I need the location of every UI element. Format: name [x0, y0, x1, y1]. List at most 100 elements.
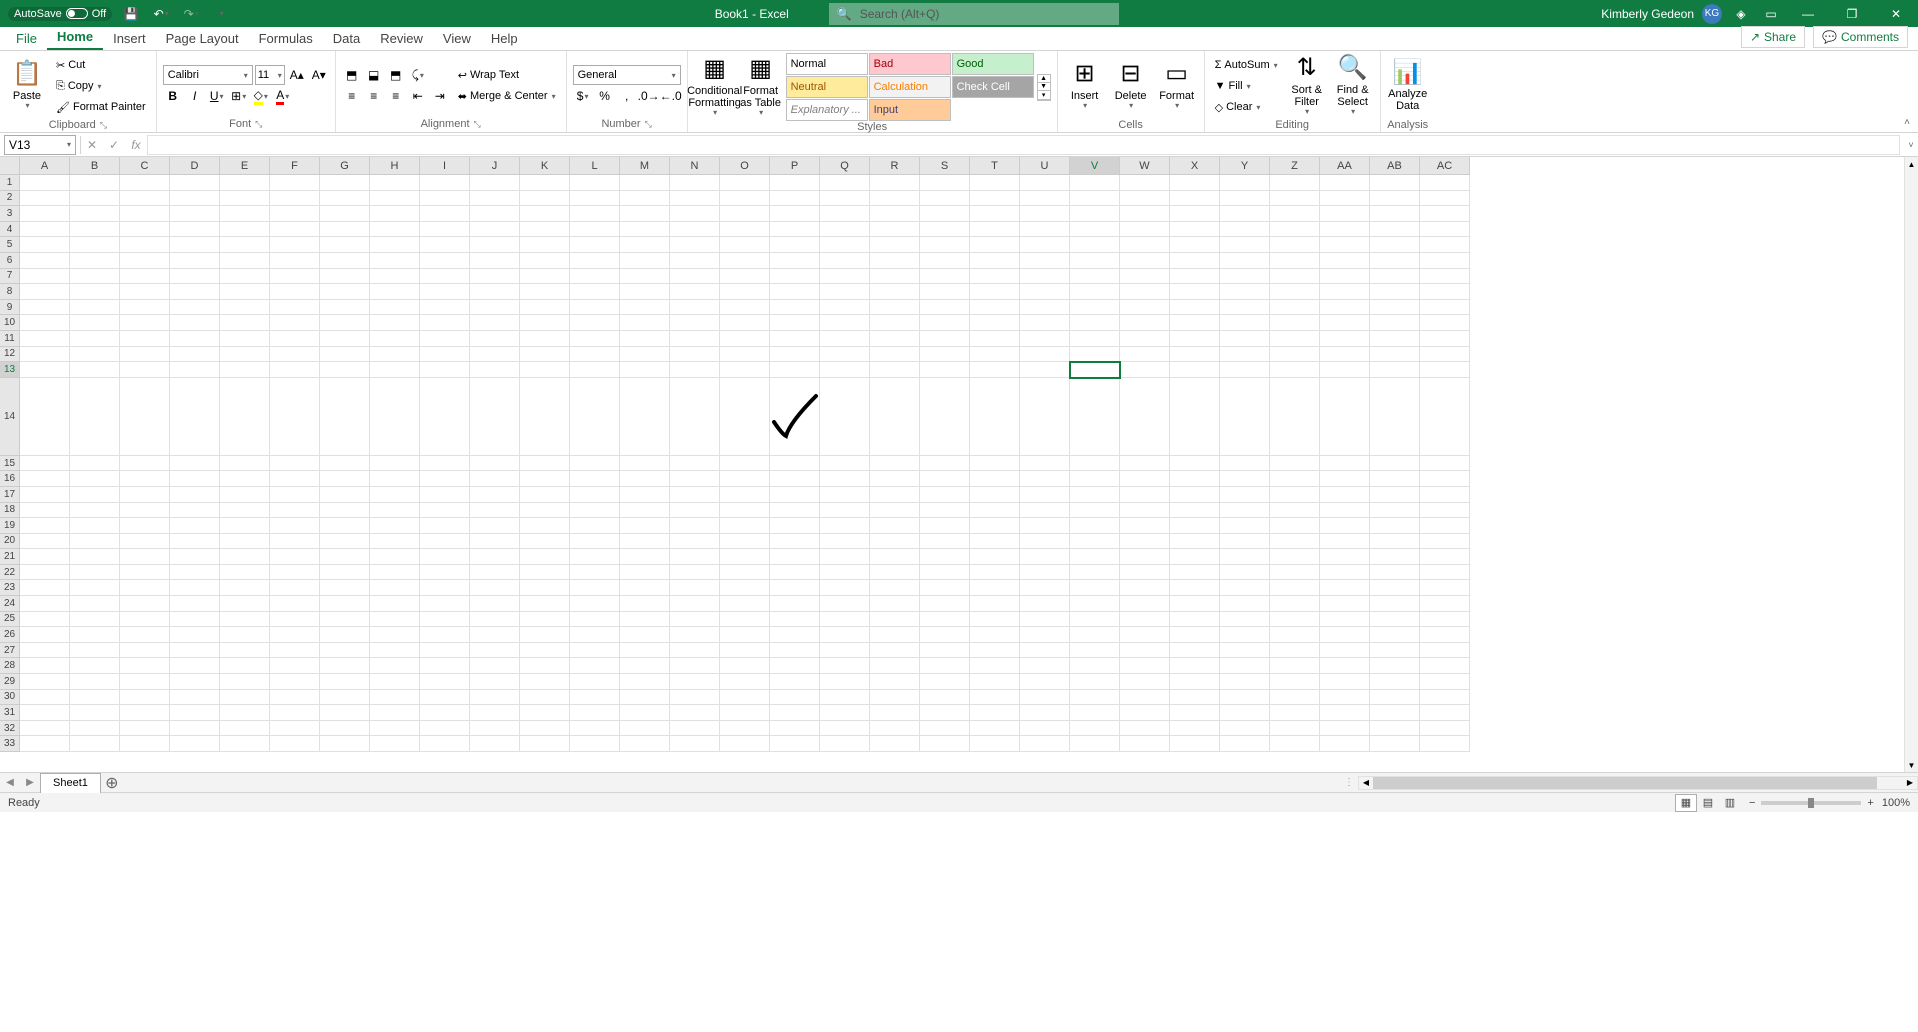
cell[interactable]	[370, 627, 420, 643]
cell[interactable]	[1320, 175, 1370, 191]
cell[interactable]	[370, 315, 420, 331]
cell[interactable]	[1120, 222, 1170, 238]
cell[interactable]	[920, 549, 970, 565]
cell[interactable]	[220, 487, 270, 503]
cell[interactable]	[1070, 175, 1120, 191]
cell[interactable]	[1020, 565, 1070, 581]
cell[interactable]	[1020, 503, 1070, 519]
cell[interactable]	[1370, 175, 1420, 191]
cell[interactable]	[370, 284, 420, 300]
cell[interactable]	[70, 518, 120, 534]
cell[interactable]	[720, 565, 770, 581]
cell[interactable]	[1320, 315, 1370, 331]
row-header[interactable]: 2	[0, 191, 20, 207]
cell[interactable]	[420, 191, 470, 207]
cell[interactable]	[1420, 565, 1470, 581]
formula-input[interactable]	[147, 135, 1900, 155]
row-header[interactable]: 29	[0, 674, 20, 690]
cell[interactable]	[1120, 674, 1170, 690]
cell[interactable]	[520, 549, 570, 565]
cell[interactable]	[920, 362, 970, 378]
cell[interactable]	[1070, 300, 1120, 316]
column-header[interactable]: F	[270, 157, 320, 175]
cell[interactable]	[320, 612, 370, 628]
cell[interactable]	[320, 378, 370, 456]
cell[interactable]	[270, 487, 320, 503]
cell[interactable]	[1320, 690, 1370, 706]
cell[interactable]	[20, 347, 70, 363]
cell[interactable]	[1270, 378, 1320, 456]
cell[interactable]	[870, 347, 920, 363]
cell[interactable]	[420, 627, 470, 643]
cell[interactable]	[870, 565, 920, 581]
cell[interactable]	[820, 300, 870, 316]
ribbon-tab-page-layout[interactable]: Page Layout	[156, 27, 249, 50]
cell[interactable]	[170, 362, 220, 378]
cell[interactable]	[820, 580, 870, 596]
cell[interactable]	[1020, 456, 1070, 472]
cell[interactable]	[1220, 690, 1270, 706]
cell[interactable]	[70, 471, 120, 487]
cell[interactable]	[570, 612, 620, 628]
cell[interactable]	[1370, 643, 1420, 659]
cell[interactable]	[120, 222, 170, 238]
cell[interactable]	[20, 596, 70, 612]
cell[interactable]	[470, 253, 520, 269]
cell[interactable]	[520, 487, 570, 503]
cell[interactable]	[220, 222, 270, 238]
column-header[interactable]: X	[1170, 157, 1220, 175]
cell[interactable]	[170, 471, 220, 487]
cell[interactable]	[470, 503, 520, 519]
cell[interactable]	[1420, 362, 1470, 378]
row-header[interactable]: 22	[0, 565, 20, 581]
row-header[interactable]: 7	[0, 269, 20, 285]
cell[interactable]	[670, 674, 720, 690]
row-header[interactable]: 25	[0, 612, 20, 628]
cell[interactable]	[270, 705, 320, 721]
cell[interactable]	[120, 191, 170, 207]
cell[interactable]	[1320, 549, 1370, 565]
cell[interactable]	[770, 237, 820, 253]
cell[interactable]	[720, 269, 770, 285]
cell[interactable]	[420, 674, 470, 690]
cell[interactable]	[20, 456, 70, 472]
cell[interactable]	[570, 456, 620, 472]
row-header[interactable]: 23	[0, 580, 20, 596]
cell[interactable]	[970, 175, 1020, 191]
cell[interactable]	[1120, 534, 1170, 550]
cell[interactable]	[170, 269, 220, 285]
cell[interactable]	[720, 315, 770, 331]
cell[interactable]	[70, 534, 120, 550]
cell[interactable]	[670, 253, 720, 269]
cell[interactable]	[470, 237, 520, 253]
cell[interactable]	[70, 549, 120, 565]
cell[interactable]	[420, 471, 470, 487]
cell[interactable]	[970, 549, 1020, 565]
style-check-cell[interactable]: Check Cell	[952, 76, 1034, 98]
cell[interactable]	[120, 253, 170, 269]
cell[interactable]	[1020, 253, 1070, 269]
cell[interactable]	[470, 331, 520, 347]
cell[interactable]	[270, 237, 320, 253]
cell[interactable]	[1020, 300, 1070, 316]
cell[interactable]	[670, 612, 720, 628]
cell[interactable]	[620, 362, 670, 378]
cell[interactable]	[720, 658, 770, 674]
cell[interactable]	[420, 518, 470, 534]
cell[interactable]	[1020, 736, 1070, 752]
clear-button[interactable]: ◇Clear▾	[1211, 97, 1282, 117]
delete-cells-button[interactable]: ⊟Delete▾	[1110, 53, 1152, 119]
cell[interactable]	[370, 300, 420, 316]
cell[interactable]	[70, 736, 120, 752]
cell[interactable]	[570, 222, 620, 238]
row-header[interactable]: 32	[0, 721, 20, 737]
align-bottom-button[interactable]: ⬒	[386, 65, 406, 85]
cell[interactable]	[1320, 596, 1370, 612]
cell[interactable]	[1170, 705, 1220, 721]
bold-button[interactable]: B	[163, 86, 183, 106]
cell[interactable]	[920, 580, 970, 596]
cell[interactable]	[1020, 378, 1070, 456]
insert-cells-button[interactable]: ⊞Insert▾	[1064, 53, 1106, 119]
align-middle-button[interactable]: ⬓	[364, 65, 384, 85]
cell[interactable]	[770, 456, 820, 472]
